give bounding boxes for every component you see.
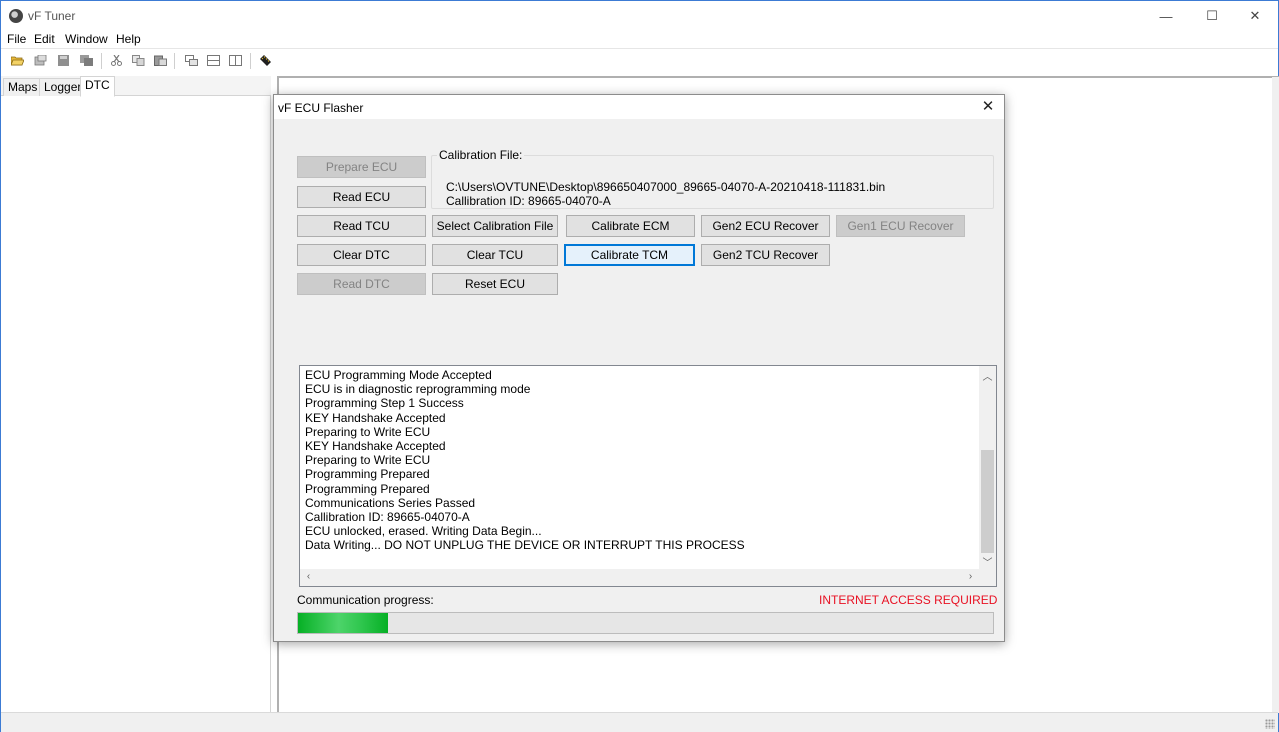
internet-access-notice: INTERNET ACCESS REQUIRED	[819, 593, 998, 607]
log-line: ECU is in diagnostic reprogramming mode	[305, 382, 531, 397]
calibration-path: C:\Users\OVTUNE\Desktop\896650407000_896…	[446, 180, 886, 194]
tile-vertical-icon[interactable]	[229, 55, 242, 66]
calibration-id: Callibration ID: 89665-04070-A	[446, 194, 611, 208]
log-line: ECU Programming Mode Accepted	[305, 368, 492, 382]
read-dtc-button[interactable]: Read DTC	[297, 273, 426, 295]
log-line: Preparing to Write ECU	[305, 453, 431, 468]
toolbar	[1, 48, 1278, 74]
communication-progress-label: Communication progress:	[297, 593, 434, 607]
select-calibration-file-button[interactable]: Select Calibration File	[432, 215, 558, 237]
toolbar-separator	[101, 53, 102, 69]
tile-horizontal-icon[interactable]	[207, 55, 220, 66]
minimize-button[interactable]: —	[1143, 1, 1189, 31]
log-line: Programming Prepared	[305, 467, 430, 482]
reset-ecu-button[interactable]: Reset ECU	[432, 273, 558, 295]
gen1-ecu-recover-button[interactable]: Gen1 ECU Recover	[836, 215, 965, 237]
log-line: Programming Prepared	[305, 481, 430, 496]
vertical-scroll-thumb[interactable]	[981, 450, 994, 553]
log-line: Data Writing... DO NOT UNPLUG THE DEVICE…	[305, 538, 745, 553]
progress-fill	[298, 613, 388, 633]
cut-icon[interactable]	[110, 55, 123, 66]
cascade-windows-icon[interactable]	[185, 55, 198, 66]
clear-dtc-button[interactable]: Clear DTC	[297, 244, 426, 266]
scroll-down-arrow-icon[interactable]: ﹀	[981, 554, 994, 569]
save-all-icon[interactable]	[80, 55, 93, 66]
log-line: ECU unlocked, erased. Writing Data Begin…	[305, 524, 542, 539]
gen2-tcu-recover-button[interactable]: Gen2 TCU Recover	[701, 244, 830, 266]
log-line: KEY Handshake Accepted	[305, 410, 446, 425]
log-line: KEY Handshake Accepted	[305, 439, 446, 453]
toolbar-separator	[174, 53, 175, 69]
title-bar: vF Tuner — ☐ ✕	[1, 1, 1278, 31]
dialog-close-button[interactable]: ✕	[976, 97, 1000, 117]
menu-bar: File Edit Window Help	[1, 31, 1278, 47]
scroll-up-arrow-icon[interactable]: ︿	[981, 368, 994, 383]
menu-edit[interactable]: Edit	[34, 32, 55, 46]
left-panel: Maps Logger DTC	[1, 76, 271, 712]
read-tcu-button[interactable]: Read TCU	[297, 215, 426, 237]
resize-grip[interactable]	[1265, 719, 1275, 729]
clear-tcu-button[interactable]: Clear TCU	[432, 244, 558, 266]
app-logo-icon	[9, 9, 23, 23]
prepare-ecu-button[interactable]: Prepare ECU	[297, 156, 426, 178]
read-ecu-button[interactable]: Read ECU	[297, 186, 426, 208]
ruler-icon[interactable]	[259, 55, 272, 66]
ecu-flasher-dialog: vF ECU Flasher ✕ Calibration File: C:\Us…	[273, 94, 1005, 642]
right-edge-strip	[1272, 77, 1279, 713]
calibration-file-label: Calibration File:	[437, 148, 525, 162]
status-bar	[1, 712, 1278, 732]
window-title: vF Tuner	[28, 9, 76, 23]
menu-file[interactable]: File	[7, 32, 26, 46]
scroll-left-arrow-icon[interactable]: ‹	[302, 571, 315, 582]
log-line: Communications Series Passed	[305, 495, 476, 510]
save-icon[interactable]	[57, 55, 70, 66]
tab-maps[interactable]: Maps	[3, 78, 43, 96]
tab-dtc[interactable]: DTC	[80, 76, 115, 97]
horizontal-scrollbar[interactable]: ‹ ›	[300, 569, 979, 586]
calibrate-tcm-button[interactable]: Calibrate TCM	[564, 244, 695, 266]
vertical-scrollbar[interactable]: ︿ ﹀	[979, 366, 996, 569]
toolbar-separator	[250, 53, 251, 69]
copy-icon[interactable]	[132, 55, 145, 66]
scrollbar-corner	[979, 569, 996, 586]
dialog-title-bar: vF ECU Flasher ✕	[274, 95, 1004, 119]
communication-progress-bar	[297, 612, 994, 634]
menu-help[interactable]: Help	[116, 32, 141, 46]
dialog-title: vF ECU Flasher	[278, 101, 364, 115]
paste-icon[interactable]	[154, 55, 167, 66]
log-line: Programming Step 1 Success	[305, 396, 464, 411]
tab-strip: Maps Logger DTC	[1, 76, 271, 97]
close-button[interactable]: ✕	[1232, 1, 1278, 31]
open-folder-icon[interactable]	[11, 55, 24, 66]
log-line: Preparing to Write ECU	[305, 424, 431, 439]
gen2-ecu-recover-button[interactable]: Gen2 ECU Recover	[701, 215, 830, 237]
maximize-button[interactable]: ☐	[1189, 1, 1235, 31]
log-output[interactable]: ECU Programming Mode Accepted ECU is in d…	[299, 365, 997, 587]
open-file-icon[interactable]	[34, 55, 47, 66]
menu-window[interactable]: Window	[65, 32, 108, 46]
calibrate-ecm-button[interactable]: Calibrate ECM	[566, 215, 695, 237]
scroll-right-arrow-icon[interactable]: ›	[964, 571, 977, 582]
log-line: Callibration ID: 89665-04070-A	[305, 510, 470, 524]
